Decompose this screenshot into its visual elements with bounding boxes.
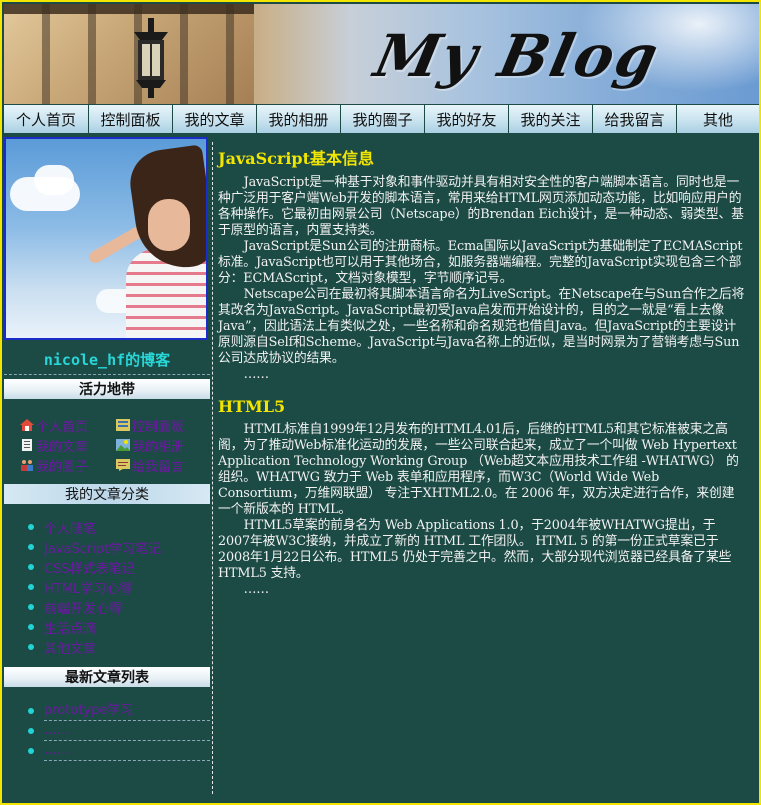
quick-link-label: 控制面板 [132,419,185,435]
group-icon [21,460,33,471]
quick-links: 个人首页 控制面板 我的文章 我的相册 我的圈子 给我留言 [20,416,210,475]
document-icon [22,439,32,451]
recent-posts-header: 最新文章列表 [4,667,210,687]
quick-link-my-album[interactable]: 我的相册 [116,436,210,455]
nav-control-panel[interactable]: 控制面板 [88,105,172,135]
post-paragraph: Netscape公司在最初将其脚本语言命名为LiveScript。在Netsca… [218,287,745,366]
category-item[interactable]: JavaScript学习笔记 [28,537,210,557]
nav-my-circle[interactable]: 我的圈子 [340,105,424,135]
banner-title: My Blog [368,22,666,90]
column-divider [212,142,213,794]
post-paragraph: JavaScript是Sun公司的注册商标。Ecma国际以JavaScript为… [218,239,743,286]
recent-post-item[interactable]: prototype学习 [28,701,210,721]
home-icon [20,419,34,431]
nav-my-album[interactable]: 我的相册 [256,105,340,135]
quick-link-leave-message[interactable]: 给我留言 [116,456,210,475]
quick-link-home[interactable]: 个人首页 [20,416,116,435]
quick-link-label: 个人首页 [36,419,89,435]
post-paragraph: JavaScript是一种基于对象和事件驱动并具有相对安全性的客户端脚本语言。同… [218,175,744,238]
vitality-zone-header: 活力地带 [4,379,210,399]
recent-posts-list: prototype学习 …… …… [28,701,210,761]
bullet-icon [28,644,34,650]
nav-other[interactable]: 其他 [676,105,759,135]
nav-leave-message[interactable]: 给我留言 [592,105,676,135]
post-javascript: JavaScript基本信息 JavaScript是一种基于对象和事件驱动并具有… [218,145,746,383]
nav-my-friends[interactable]: 我的好友 [424,105,508,135]
category-item[interactable]: CSS样式表笔记 [28,557,210,577]
bullet-icon [28,624,34,630]
quick-link-control-panel[interactable]: 控制面板 [116,416,210,435]
quick-link-label: 我的相册 [132,439,185,455]
avatar [4,137,208,340]
bullet-icon [28,524,34,530]
category-item[interactable]: 其他文章 [28,637,210,657]
quick-link-my-articles[interactable]: 我的文章 [20,436,116,455]
nav-my-articles[interactable]: 我的文章 [172,105,256,135]
photo-icon [116,439,130,451]
category-item[interactable]: HTML学习心得 [28,577,210,597]
quick-link-my-circle[interactable]: 我的圈子 [20,456,116,475]
street-lamp-icon [134,18,168,98]
post-paragraph: HTML5草案的前身名为 Web Applications 1.0，于2004年… [218,518,732,581]
control-panel-icon [116,419,130,431]
header-banner: My Blog [4,4,759,104]
post-paragraph: HTML标准自1999年12月发布的HTML4.01后，后继的HTML5和其它标… [218,422,739,517]
main-content: JavaScript基本信息 JavaScript是一种基于对象和事件驱动并具有… [218,145,746,598]
recent-post-item[interactable]: …… [28,721,210,741]
post-body: JavaScript是一种基于对象和事件驱动并具有相对安全性的客户端脚本语言。同… [218,175,746,383]
category-item[interactable]: 前端开发心得 [28,597,210,617]
recent-post-item[interactable]: …… [28,741,210,761]
post-ellipsis: …… [243,367,269,382]
quick-link-label: 给我留言 [132,459,185,475]
nav-home[interactable]: 个人首页 [4,105,88,135]
bullet-icon [28,748,34,754]
quick-link-label: 我的圈子 [36,459,89,475]
nav-my-follows[interactable]: 我的关注 [508,105,592,135]
category-list: 个人随笔 JavaScript学习笔记 CSS样式表笔记 HTML学习心得 前端… [28,517,210,657]
post-title: HTML5 [218,397,286,416]
main-nav: 个人首页 控制面板 我的文章 我的相册 我的圈子 我的好友 我的关注 给我留言 … [4,105,759,135]
bullet-icon [28,544,34,550]
bullet-icon [28,564,34,570]
bullet-icon [28,728,34,734]
categories-header: 我的文章分类 [4,484,210,504]
bullet-icon [28,604,34,610]
bullet-icon [28,708,34,714]
post-title: JavaScript基本信息 [218,149,374,168]
bullet-icon [28,584,34,590]
quick-link-label: 我的文章 [36,439,89,455]
post-body: HTML标准自1999年12月发布的HTML4.01后，后继的HTML5和其它标… [218,422,746,598]
category-item[interactable]: 生活点滴 [28,617,210,637]
post-html5: HTML5 HTML标准自1999年12月发布的HTML4.01后，后继的HTM… [218,397,746,598]
post-ellipsis: …… [243,582,269,597]
category-item[interactable]: 个人随笔 [28,517,210,537]
blog-name[interactable]: nicole_hf的博客 [4,349,210,375]
message-icon [116,459,130,471]
